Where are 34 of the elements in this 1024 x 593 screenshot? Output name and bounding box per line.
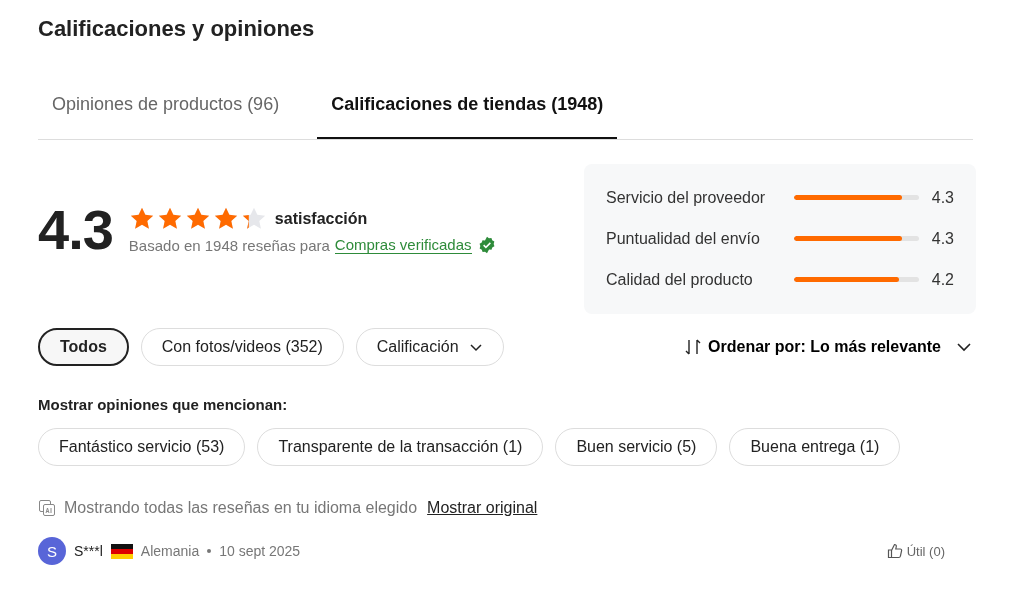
translation-notice: Mostrando todas las reseñas en tu idioma elegido	[64, 499, 418, 517]
rating-score: 4.3	[38, 202, 113, 258]
based-on-text: Basado en 1948 reseñas para	[128, 236, 330, 254]
tab[interactable]: Calificaciones de tiendas (1948)	[317, 72, 618, 139]
tab[interactable]: Opiniones de productos (96)	[38, 72, 294, 139]
mention-tag[interactable]: Transparente de la transacción (1)	[257, 428, 544, 466]
metric-value: 4.3	[931, 188, 954, 207]
helpful-button[interactable]: Útil (0)	[880, 542, 951, 560]
filter-dropdown[interactable]: Calificación	[355, 328, 504, 366]
translate-icon	[38, 499, 56, 517]
metric-value: 4.3	[931, 229, 954, 248]
flag-icon	[110, 543, 133, 559]
filter-chip[interactable]: Todos	[38, 328, 129, 366]
sort-dropdown[interactable]: Ordenar por: Lo más relevante	[684, 338, 973, 356]
metric-value: 4.2	[931, 270, 954, 289]
avatar: S	[38, 537, 66, 565]
verified-purchases-link[interactable]: Compras verificadas	[334, 236, 472, 254]
reviewer-name: S***l	[74, 543, 103, 559]
thumbs-up-icon	[886, 543, 903, 559]
show-original-link[interactable]: Mostrar original	[427, 499, 538, 517]
verified-badge-icon	[477, 236, 496, 254]
reviewer-country: Alemania	[140, 543, 200, 559]
review-date: 10 sept 2025	[219, 543, 301, 559]
metric-label: Servicio del proveedor	[606, 188, 767, 207]
filter-chip[interactable]: Con fotos/videos (352)	[140, 328, 344, 366]
mention-tag[interactable]: Fantástico servicio (53)	[38, 428, 246, 466]
metric-label: Calidad del producto	[606, 270, 754, 289]
metric-label: Puntualidad del envío	[606, 229, 761, 248]
mention-tag[interactable]: Buen servicio (5)	[555, 428, 718, 466]
sort-icon	[684, 338, 703, 356]
satisfaction-label: satisfacción	[274, 210, 368, 228]
mentions-heading: Mostrar opiniones que mencionan:	[38, 396, 289, 413]
mention-tag[interactable]: Buena entrega (1)	[729, 428, 901, 466]
section-title: Calificaciones y opiniones	[38, 16, 316, 42]
